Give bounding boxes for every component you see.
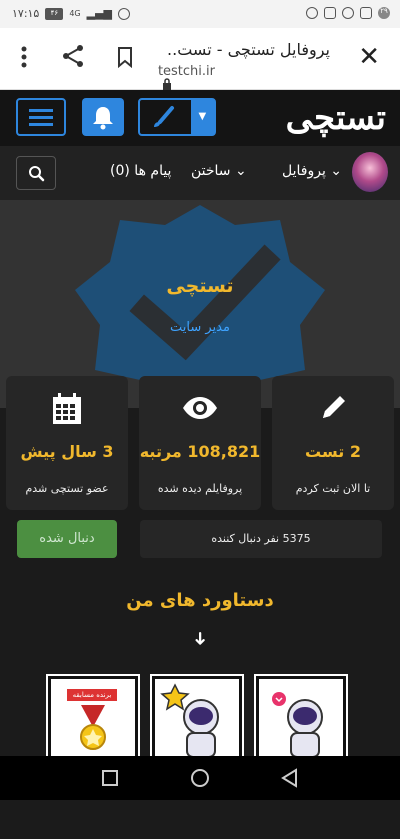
nav-profile[interactable]: ⌄ پروفایل [282,163,342,179]
search-icon [29,166,45,182]
follow-button[interactable]: دنبال شده [17,520,117,558]
browser-title: پروفایل تستچی - تست.. [167,40,330,59]
main-nav: پیام ها (0) ⌄ ساختن ⌄ پروفایل [0,146,400,200]
profile-name: تستچی [166,275,234,297]
signal-icon: ▂▄▆ [86,7,113,20]
instagram-icon [324,7,336,19]
date-badge: ۲۹ [378,7,390,19]
browser-bar: ✕ پروفایل تستچی - تست.. testchi.ir [0,28,400,90]
photo-icon [360,7,372,19]
avatar[interactable] [352,152,388,192]
status-bar: ۱۷:۱۵ ۴۶ 4G ▂▄▆ ۲۹ [0,0,400,28]
status-left: ۱۷:۱۵ ۴۶ 4G ▂▄▆ [12,7,131,20]
more-menu-icon[interactable] [20,46,28,68]
chrome-icon [342,7,354,19]
notifications-button[interactable] [82,98,124,136]
stat-value: 2 تست [305,442,361,461]
whatsapp-icon [306,7,318,19]
network-label: 4G [69,9,81,18]
site-header: ▼ تستچی [0,90,400,146]
profile-role: مدیر سایت [170,320,230,335]
hamburger-icon [29,109,53,126]
astronaut-heart-icon [272,692,323,758]
achievement-badge[interactable] [254,674,348,764]
nav-messages[interactable]: پیام ها (0) [110,163,171,179]
astronaut-star-icon [160,683,219,758]
eye-icon [183,397,217,419]
stat-label: تا الان ثبت کردم [295,482,371,495]
search-button[interactable] [16,156,56,190]
stat-value: 3 سال پیش [20,442,114,461]
stat-card-tests: 2 تست تا الان ثبت کردم [272,376,394,510]
recents-icon[interactable] [102,770,118,786]
paintbrush-icon [154,106,174,127]
chevron-down-icon: ⌄ [230,163,247,179]
site-logo[interactable]: تستچی [286,98,388,138]
chevron-down-icon: ⌄ [325,163,343,179]
followers-count: 5375 نفر دنبال کننده [140,520,382,558]
hamburger-menu-button[interactable] [16,98,66,136]
browser-url[interactable]: testchi.ir [158,64,215,79]
calendar-icon [53,393,81,424]
stat-label: عضو تستچی شدم [25,482,109,495]
pencil-icon [323,396,345,418]
alarm-icon [118,7,131,20]
close-icon[interactable]: ✕ [358,44,380,70]
theme-dropdown-button[interactable]: ▼ [138,98,216,136]
battery-icon: ۴۶ [45,7,64,20]
achievement-badge[interactable]: برنده مسابقه [46,674,140,764]
nav-profile-label: پروفایل [282,163,326,179]
badge-text: برنده مسابقه [67,689,117,701]
bookmark-icon[interactable] [116,46,134,68]
status-time: ۱۷:۱۵ [12,7,40,20]
bell-icon [93,107,113,130]
share-icon[interactable] [62,44,84,68]
android-nav-bar [0,756,400,800]
caret-down-icon: ▼ [190,100,214,134]
home-icon[interactable] [191,769,209,787]
nav-build[interactable]: ⌄ ساختن [191,163,247,179]
lock-icon [163,78,171,90]
achievement-badge[interactable] [150,674,244,764]
nav-build-label: ساختن [191,163,231,179]
stat-card-membership: 3 سال پیش عضو تستچی شدم [6,376,128,510]
back-icon[interactable] [280,768,298,788]
status-right: ۲۹ [306,7,390,19]
